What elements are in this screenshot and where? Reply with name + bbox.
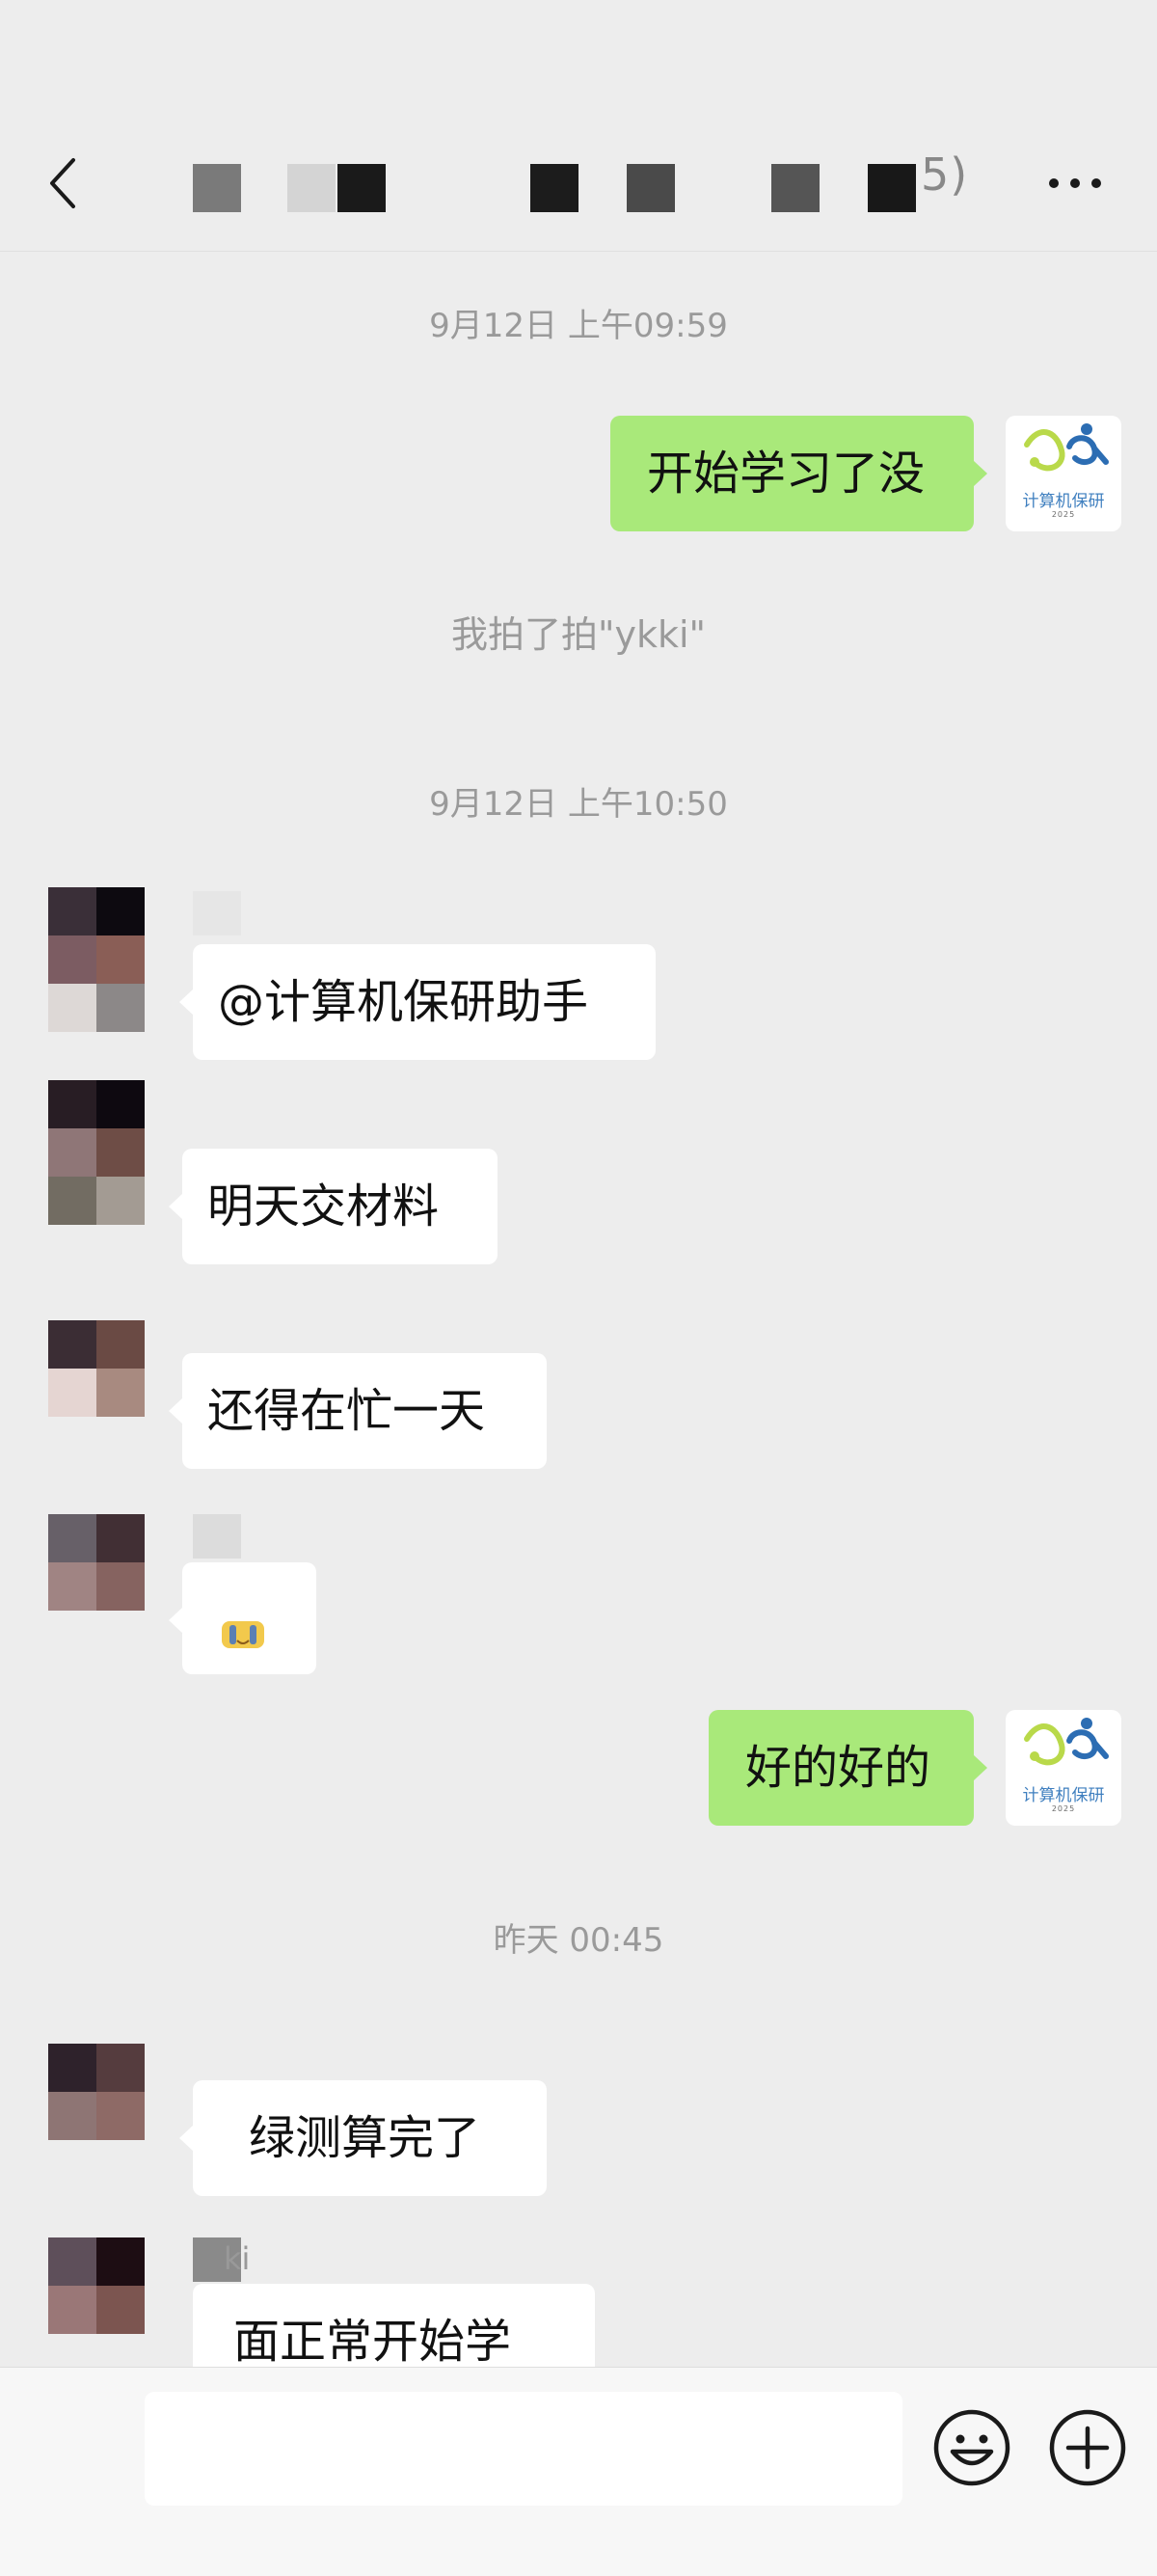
plus-circle-icon[interactable] xyxy=(1047,2407,1128,2488)
title-mask-6 xyxy=(771,164,820,212)
more-horizontal-icon[interactable] xyxy=(1046,174,1104,193)
logo-text: 计算机保研 xyxy=(1022,492,1105,511)
title-mask-7 xyxy=(868,164,916,212)
member-message-bubble[interactable]: 面正常开始学 xyxy=(193,2284,595,2367)
clipped-message-container: 面正常开始学 xyxy=(193,2284,595,2367)
sender-name-mask xyxy=(193,1514,241,1559)
title-mask-2 xyxy=(287,164,336,212)
title-mask-5 xyxy=(627,164,675,212)
member-avatar[interactable] xyxy=(48,2237,145,2334)
member-message-bubble[interactable]: 明天交材料 xyxy=(169,1149,498,1264)
system-message: 我拍了拍"ykki" xyxy=(450,613,706,656)
member-message-bubble[interactable]: @计算机保研助手 xyxy=(179,944,656,1060)
sender-name-mask xyxy=(193,891,241,935)
sender-name: ki xyxy=(224,2240,251,2277)
member-avatar[interactable] xyxy=(48,887,145,1032)
timestamp-label: 昨天 00:45 xyxy=(493,1921,664,1960)
member-message-bubble[interactable]: 绿测算完了 xyxy=(179,2080,547,2196)
member-avatar[interactable] xyxy=(48,1080,145,1225)
title-mask-4 xyxy=(530,164,578,212)
chat-header: 5) xyxy=(0,0,1157,252)
message-input[interactable] xyxy=(145,2392,902,2506)
timestamp-label: 9月12日 上午09:59 xyxy=(429,307,728,345)
logo-text: 计算机保研 xyxy=(1022,1786,1105,1805)
member-avatar[interactable] xyxy=(48,2044,145,2140)
my-avatar[interactable]: 计算机保研 2025 xyxy=(1006,416,1121,531)
logo-icon xyxy=(1024,423,1109,472)
my-message-bubble[interactable]: 好的好的 xyxy=(709,1710,987,1826)
member-avatar[interactable] xyxy=(48,1320,145,1417)
member-message-bubble[interactable]: 还得在忙一天 xyxy=(169,1353,547,1469)
logo-icon xyxy=(1024,1718,1109,1766)
my-message-bubble[interactable]: 开始学习了没 xyxy=(610,416,987,531)
title-member-count: 5) xyxy=(921,149,969,201)
title-mask-3 xyxy=(337,164,386,212)
logo-year: 2025 xyxy=(1051,510,1076,519)
sticker-emoji-icon xyxy=(222,1621,264,1648)
logo-year: 2025 xyxy=(1051,1804,1076,1813)
member-avatar[interactable] xyxy=(48,1514,145,1611)
emoji-smile-icon[interactable] xyxy=(931,2407,1012,2488)
title-mask-1 xyxy=(193,164,241,212)
my-avatar[interactable]: 计算机保研 2025 xyxy=(1006,1710,1121,1826)
timestamp-label: 9月12日 上午10:50 xyxy=(429,785,728,824)
chevron-left-icon[interactable] xyxy=(44,154,83,212)
